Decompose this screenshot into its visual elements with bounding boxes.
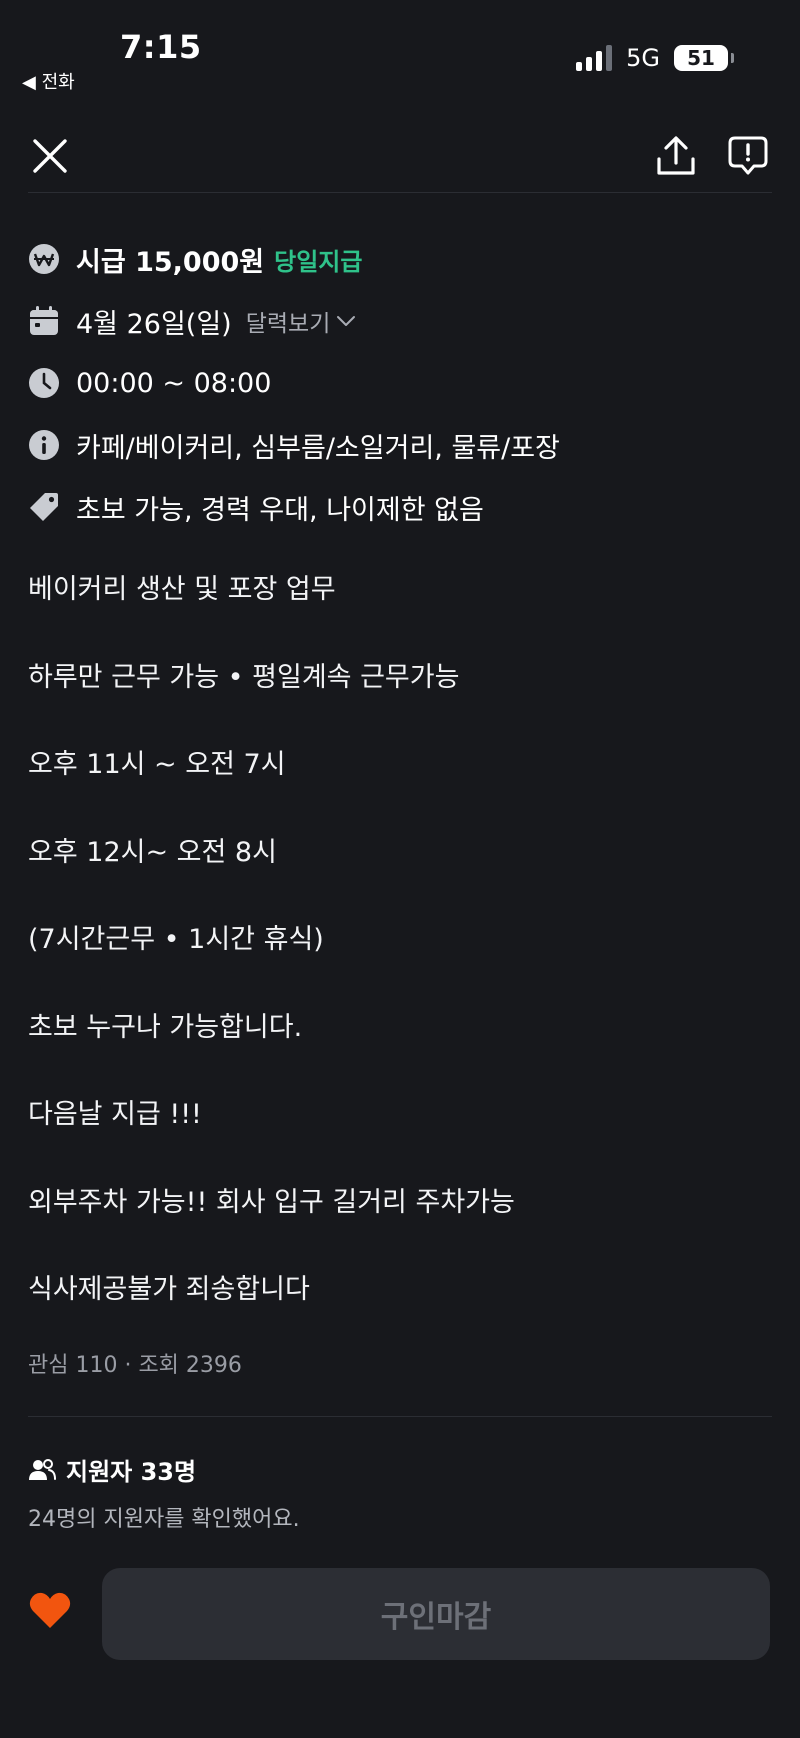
report-button[interactable] <box>722 130 774 182</box>
description-line: (7시간근무 • 1시간 휴식) <box>28 924 324 955</box>
description-line: 하루만 근무 가능 • 평일계속 근무가능 <box>28 661 460 693</box>
time-row: 00:00 ~ 08:00 <box>28 352 772 414</box>
calendar-view-link[interactable]: 달력보기 <box>246 304 357 338</box>
info-icon <box>29 430 59 460</box>
description-line: 오후 11시 ~ 오전 7시 <box>28 749 286 780</box>
job-description: 베이커리 생산 및 포장 업무 하루만 근무 가능 • 평일계속 근무가능 오후… <box>28 570 772 1358</box>
battery-level: 51 <box>687 46 715 70</box>
network-type: 5G <box>626 44 660 72</box>
tag-icon <box>30 493 58 521</box>
status-indicators: 5G 51 <box>576 44 734 72</box>
view-stats: 관심 110 · 조회 2396 <box>28 1353 242 1378</box>
report-icon <box>728 136 768 175</box>
description-line: 오후 12시~ 오전 8시 <box>28 836 277 868</box>
calendar-view-label: 달력보기 <box>245 311 331 337</box>
battery-icon: 51 <box>674 45 734 71</box>
description-line: 다음날 지급 !!! <box>28 1099 202 1130</box>
job-summary: 시급 15,000원 당일지급 4월 26일(일) 달력보기 00:00 ~ 0… <box>28 228 772 538</box>
recruitment-closed-button[interactable]: 구인마감 <box>102 1568 770 1660</box>
close-button[interactable] <box>24 130 76 182</box>
applicants-count: 지원자 33명 <box>66 1458 197 1486</box>
applicants-checked-text: 24명의 지원자를 확인했어요. <box>28 1507 300 1532</box>
like-button[interactable] <box>28 1590 72 1634</box>
people-icon <box>29 1458 56 1480</box>
category-row: 카페/베이커리, 심부름/소일거리, 물류/포장 <box>28 414 772 476</box>
work-time: 00:00 ~ 08:00 <box>76 367 272 399</box>
date-row: 4월 26일(일) 달력보기 <box>28 290 772 352</box>
wage-row: 시급 15,000원 당일지급 <box>28 228 772 290</box>
chevron-down-icon <box>337 316 356 326</box>
description-line: 초보 누구나 가능합니다. <box>28 1011 303 1043</box>
work-date: 4월 26일(일) <box>76 308 232 340</box>
calendar-icon <box>30 306 58 335</box>
status-bar: 7:15 ◀ 전화 5G 51 <box>0 0 800 96</box>
tags-row: 초보 가능, 경력 우대, 나이제한 없음 <box>28 476 772 538</box>
job-categories: 카페/베이커리, 심부름/소일거리, 물류/포장 <box>76 432 560 464</box>
heart-icon <box>29 1592 71 1628</box>
back-to-call-link[interactable]: ◀ 전화 <box>22 68 75 94</box>
status-time: 7:15 <box>120 28 202 66</box>
share-icon <box>657 136 695 175</box>
section-divider <box>28 1416 772 1417</box>
signal-icon <box>576 45 613 71</box>
wage-text: 시급 15,000원 <box>76 246 265 278</box>
close-icon <box>33 139 67 173</box>
share-button[interactable] <box>650 130 702 182</box>
won-icon <box>29 244 59 274</box>
description-line: 외부주차 가능!! 회사 입구 길거리 주차가능 <box>28 1186 515 1218</box>
toolbar-divider <box>28 192 772 193</box>
clock-icon <box>29 368 59 398</box>
job-tags: 초보 가능, 경력 우대, 나이제한 없음 <box>76 494 484 526</box>
pay-type-badge: 당일지급 <box>274 247 363 276</box>
description-line: 식사제공불가 죄송합니다 <box>28 1274 310 1305</box>
description-line: 베이커리 생산 및 포장 업무 <box>28 574 336 605</box>
top-toolbar <box>0 120 800 192</box>
job-detail-screen: 7:15 ◀ 전화 5G 51 시급 15,000원 당일지급 4월 26일(일… <box>0 0 800 1738</box>
applicants-section: 지원자 33명 24명의 지원자를 확인했어요. <box>28 1452 772 1533</box>
